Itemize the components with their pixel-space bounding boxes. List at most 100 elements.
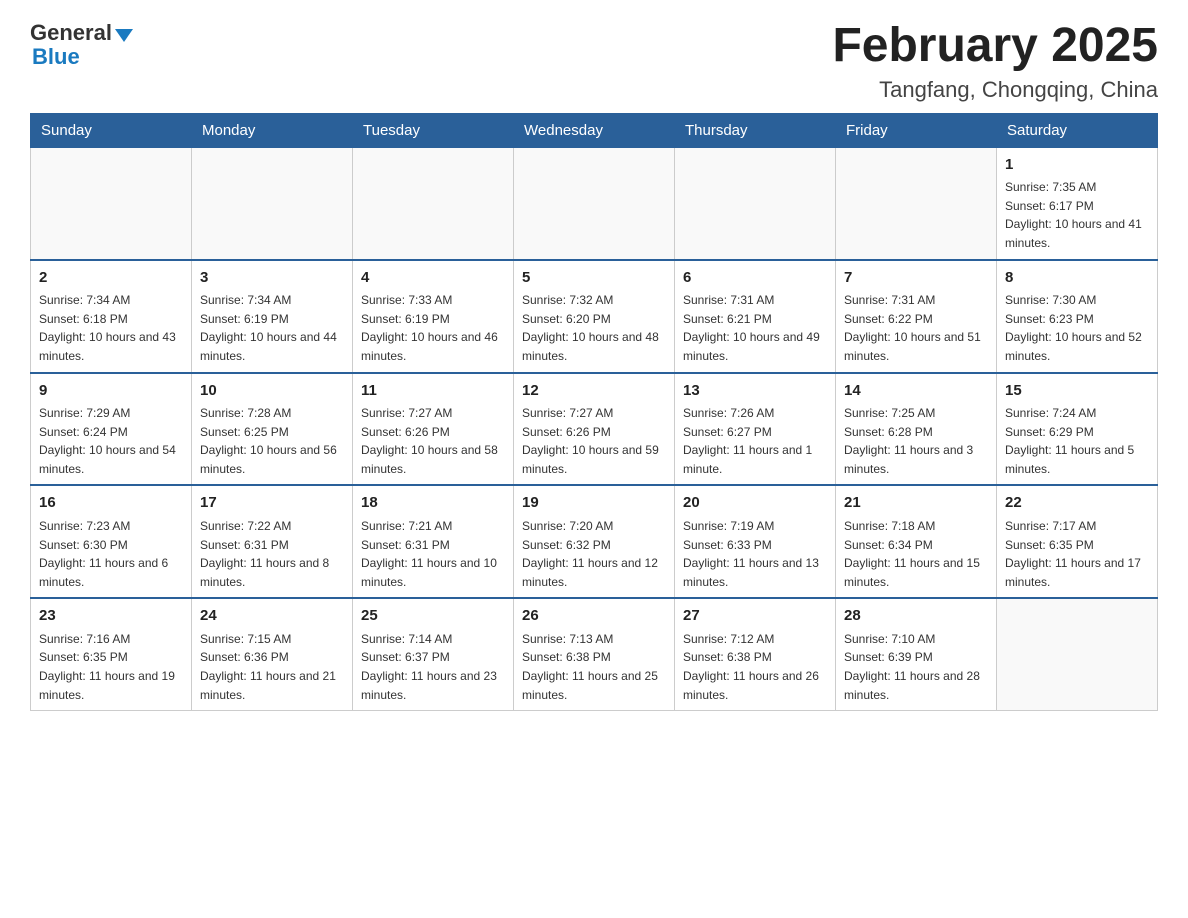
day-number: 16 bbox=[39, 492, 183, 515]
day-info: Sunrise: 7:34 AMSunset: 6:18 PMDaylight:… bbox=[39, 291, 183, 365]
calendar-cell bbox=[192, 147, 353, 259]
week-row-4: 16Sunrise: 7:23 AMSunset: 6:30 PMDayligh… bbox=[31, 485, 1158, 598]
day-number: 12 bbox=[522, 380, 666, 403]
calendar-cell: 15Sunrise: 7:24 AMSunset: 6:29 PMDayligh… bbox=[997, 373, 1158, 486]
day-info: Sunrise: 7:33 AMSunset: 6:19 PMDaylight:… bbox=[361, 291, 505, 365]
title-block: February 2025 Tangfang, Chongqing, China bbox=[832, 20, 1158, 103]
day-number: 1 bbox=[1005, 154, 1149, 177]
day-number: 19 bbox=[522, 492, 666, 515]
day-info: Sunrise: 7:21 AMSunset: 6:31 PMDaylight:… bbox=[361, 517, 505, 591]
weekday-header-sunday: Sunday bbox=[31, 113, 192, 147]
calendar-cell: 20Sunrise: 7:19 AMSunset: 6:33 PMDayligh… bbox=[675, 485, 836, 598]
calendar-cell: 21Sunrise: 7:18 AMSunset: 6:34 PMDayligh… bbox=[836, 485, 997, 598]
day-info: Sunrise: 7:12 AMSunset: 6:38 PMDaylight:… bbox=[683, 630, 827, 704]
page-header: General Blue February 2025 Tangfang, Cho… bbox=[30, 20, 1158, 103]
day-info: Sunrise: 7:13 AMSunset: 6:38 PMDaylight:… bbox=[522, 630, 666, 704]
day-info: Sunrise: 7:26 AMSunset: 6:27 PMDaylight:… bbox=[683, 404, 827, 478]
day-info: Sunrise: 7:10 AMSunset: 6:39 PMDaylight:… bbox=[844, 630, 988, 704]
day-number: 14 bbox=[844, 380, 988, 403]
location-title: Tangfang, Chongqing, China bbox=[832, 77, 1158, 103]
calendar-cell bbox=[997, 598, 1158, 710]
calendar-cell: 28Sunrise: 7:10 AMSunset: 6:39 PMDayligh… bbox=[836, 598, 997, 710]
day-number: 8 bbox=[1005, 267, 1149, 290]
weekday-header-friday: Friday bbox=[836, 113, 997, 147]
calendar-cell: 22Sunrise: 7:17 AMSunset: 6:35 PMDayligh… bbox=[997, 485, 1158, 598]
calendar-cell: 10Sunrise: 7:28 AMSunset: 6:25 PMDayligh… bbox=[192, 373, 353, 486]
calendar-cell bbox=[675, 147, 836, 259]
calendar-cell: 7Sunrise: 7:31 AMSunset: 6:22 PMDaylight… bbox=[836, 260, 997, 373]
calendar-cell bbox=[353, 147, 514, 259]
week-row-2: 2Sunrise: 7:34 AMSunset: 6:18 PMDaylight… bbox=[31, 260, 1158, 373]
day-number: 13 bbox=[683, 380, 827, 403]
day-number: 9 bbox=[39, 380, 183, 403]
day-number: 5 bbox=[522, 267, 666, 290]
day-info: Sunrise: 7:24 AMSunset: 6:29 PMDaylight:… bbox=[1005, 404, 1149, 478]
calendar-table: SundayMondayTuesdayWednesdayThursdayFrid… bbox=[30, 113, 1158, 711]
weekday-header-monday: Monday bbox=[192, 113, 353, 147]
weekday-header-wednesday: Wednesday bbox=[514, 113, 675, 147]
day-info: Sunrise: 7:17 AMSunset: 6:35 PMDaylight:… bbox=[1005, 517, 1149, 591]
logo-arrow-icon bbox=[115, 29, 133, 42]
day-number: 28 bbox=[844, 605, 988, 628]
calendar-cell: 11Sunrise: 7:27 AMSunset: 6:26 PMDayligh… bbox=[353, 373, 514, 486]
day-info: Sunrise: 7:31 AMSunset: 6:22 PMDaylight:… bbox=[844, 291, 988, 365]
day-info: Sunrise: 7:16 AMSunset: 6:35 PMDaylight:… bbox=[39, 630, 183, 704]
day-info: Sunrise: 7:27 AMSunset: 6:26 PMDaylight:… bbox=[361, 404, 505, 478]
day-number: 17 bbox=[200, 492, 344, 515]
calendar-cell: 12Sunrise: 7:27 AMSunset: 6:26 PMDayligh… bbox=[514, 373, 675, 486]
weekday-header-thursday: Thursday bbox=[675, 113, 836, 147]
calendar-cell: 4Sunrise: 7:33 AMSunset: 6:19 PMDaylight… bbox=[353, 260, 514, 373]
logo-text-general: General bbox=[30, 20, 112, 46]
calendar-cell: 27Sunrise: 7:12 AMSunset: 6:38 PMDayligh… bbox=[675, 598, 836, 710]
day-number: 26 bbox=[522, 605, 666, 628]
calendar-cell: 9Sunrise: 7:29 AMSunset: 6:24 PMDaylight… bbox=[31, 373, 192, 486]
calendar-cell: 8Sunrise: 7:30 AMSunset: 6:23 PMDaylight… bbox=[997, 260, 1158, 373]
day-info: Sunrise: 7:15 AMSunset: 6:36 PMDaylight:… bbox=[200, 630, 344, 704]
day-number: 18 bbox=[361, 492, 505, 515]
day-number: 22 bbox=[1005, 492, 1149, 515]
day-info: Sunrise: 7:18 AMSunset: 6:34 PMDaylight:… bbox=[844, 517, 988, 591]
week-row-5: 23Sunrise: 7:16 AMSunset: 6:35 PMDayligh… bbox=[31, 598, 1158, 710]
day-number: 25 bbox=[361, 605, 505, 628]
weekday-header-tuesday: Tuesday bbox=[353, 113, 514, 147]
day-number: 20 bbox=[683, 492, 827, 515]
calendar-cell: 17Sunrise: 7:22 AMSunset: 6:31 PMDayligh… bbox=[192, 485, 353, 598]
day-info: Sunrise: 7:23 AMSunset: 6:30 PMDaylight:… bbox=[39, 517, 183, 591]
calendar-cell: 25Sunrise: 7:14 AMSunset: 6:37 PMDayligh… bbox=[353, 598, 514, 710]
calendar-cell bbox=[31, 147, 192, 259]
calendar-cell: 18Sunrise: 7:21 AMSunset: 6:31 PMDayligh… bbox=[353, 485, 514, 598]
day-info: Sunrise: 7:28 AMSunset: 6:25 PMDaylight:… bbox=[200, 404, 344, 478]
weekday-header-row: SundayMondayTuesdayWednesdayThursdayFrid… bbox=[31, 113, 1158, 147]
calendar-cell: 24Sunrise: 7:15 AMSunset: 6:36 PMDayligh… bbox=[192, 598, 353, 710]
day-number: 27 bbox=[683, 605, 827, 628]
day-info: Sunrise: 7:34 AMSunset: 6:19 PMDaylight:… bbox=[200, 291, 344, 365]
calendar-cell: 6Sunrise: 7:31 AMSunset: 6:21 PMDaylight… bbox=[675, 260, 836, 373]
day-info: Sunrise: 7:30 AMSunset: 6:23 PMDaylight:… bbox=[1005, 291, 1149, 365]
day-info: Sunrise: 7:32 AMSunset: 6:20 PMDaylight:… bbox=[522, 291, 666, 365]
day-number: 6 bbox=[683, 267, 827, 290]
calendar-cell bbox=[514, 147, 675, 259]
calendar-cell: 5Sunrise: 7:32 AMSunset: 6:20 PMDaylight… bbox=[514, 260, 675, 373]
calendar-cell: 13Sunrise: 7:26 AMSunset: 6:27 PMDayligh… bbox=[675, 373, 836, 486]
day-info: Sunrise: 7:20 AMSunset: 6:32 PMDaylight:… bbox=[522, 517, 666, 591]
day-info: Sunrise: 7:27 AMSunset: 6:26 PMDaylight:… bbox=[522, 404, 666, 478]
day-info: Sunrise: 7:35 AMSunset: 6:17 PMDaylight:… bbox=[1005, 178, 1149, 252]
day-number: 21 bbox=[844, 492, 988, 515]
day-info: Sunrise: 7:19 AMSunset: 6:33 PMDaylight:… bbox=[683, 517, 827, 591]
calendar-cell: 23Sunrise: 7:16 AMSunset: 6:35 PMDayligh… bbox=[31, 598, 192, 710]
calendar-cell: 26Sunrise: 7:13 AMSunset: 6:38 PMDayligh… bbox=[514, 598, 675, 710]
day-number: 11 bbox=[361, 380, 505, 403]
day-number: 10 bbox=[200, 380, 344, 403]
week-row-1: 1Sunrise: 7:35 AMSunset: 6:17 PMDaylight… bbox=[31, 147, 1158, 259]
day-number: 3 bbox=[200, 267, 344, 290]
day-info: Sunrise: 7:22 AMSunset: 6:31 PMDaylight:… bbox=[200, 517, 344, 591]
day-number: 15 bbox=[1005, 380, 1149, 403]
logo-text-blue: Blue bbox=[32, 44, 80, 70]
day-number: 23 bbox=[39, 605, 183, 628]
weekday-header-saturday: Saturday bbox=[997, 113, 1158, 147]
day-info: Sunrise: 7:31 AMSunset: 6:21 PMDaylight:… bbox=[683, 291, 827, 365]
calendar-cell: 16Sunrise: 7:23 AMSunset: 6:30 PMDayligh… bbox=[31, 485, 192, 598]
calendar-cell: 19Sunrise: 7:20 AMSunset: 6:32 PMDayligh… bbox=[514, 485, 675, 598]
day-number: 2 bbox=[39, 267, 183, 290]
day-info: Sunrise: 7:14 AMSunset: 6:37 PMDaylight:… bbox=[361, 630, 505, 704]
